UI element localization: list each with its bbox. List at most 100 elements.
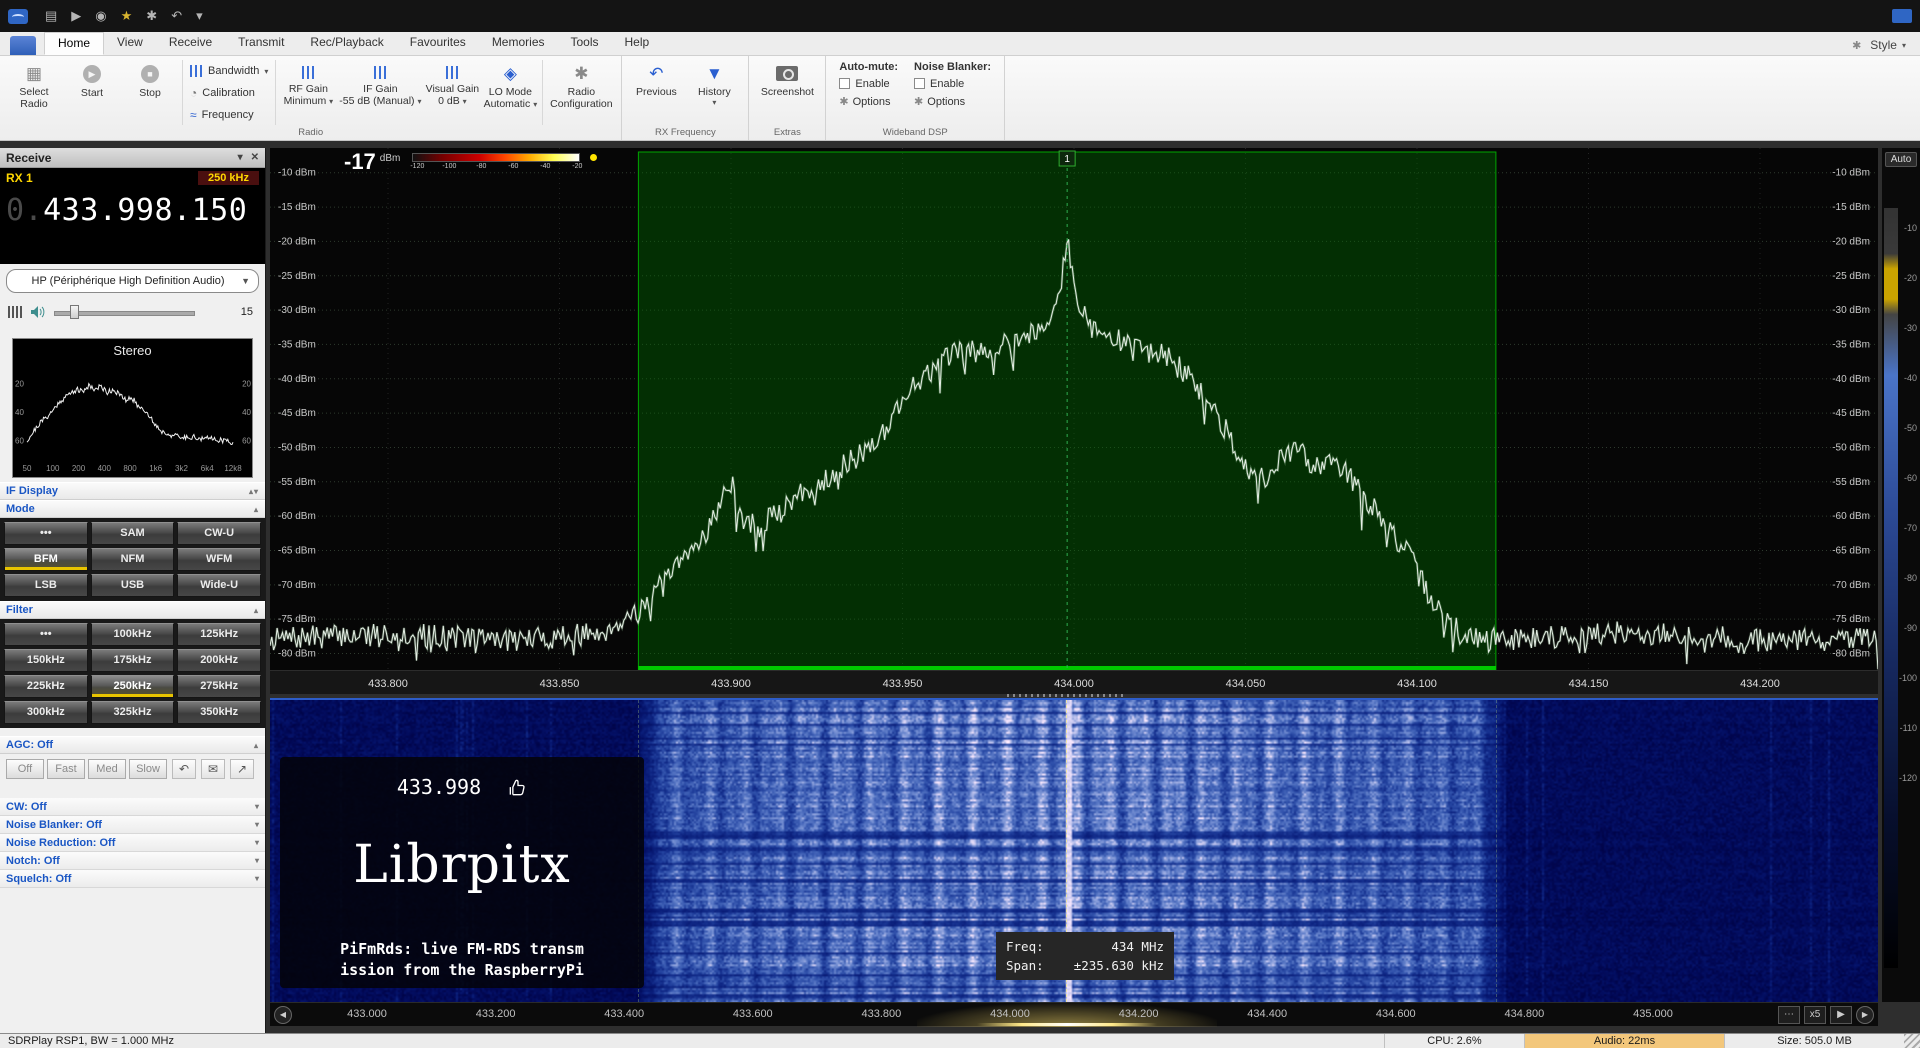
play-icon[interactable]: ▶ — [71, 0, 81, 32]
splitter-handle[interactable] — [1007, 694, 1127, 697]
mode-cw-u[interactable]: CW-U — [177, 522, 261, 545]
graph-icon[interactable]: ↗ — [230, 759, 254, 779]
tools-icon[interactable]: ✱ — [146, 0, 157, 32]
app-icon[interactable] — [8, 9, 28, 24]
section-agc[interactable]: AGC: Off ▴ — [0, 736, 265, 754]
stop-button[interactable]: ■ Stop — [121, 58, 179, 127]
filter-150khz[interactable]: 150kHz — [4, 649, 88, 672]
speaker-icon[interactable] — [30, 305, 46, 319]
favourite-icon[interactable]: ★ — [121, 0, 133, 32]
noise-blanker-options-button[interactable]: ✱Options — [914, 95, 991, 108]
checkbox-icon — [914, 78, 925, 89]
scroll-left-button[interactable]: ◀ — [274, 1006, 292, 1024]
filter-100khz[interactable]: 100kHz — [91, 623, 175, 646]
spectrum-frequency-scale[interactable]: 433.800433.850433.900433.950434.000434.0… — [270, 670, 1878, 694]
mode-wfm[interactable]: WFM — [177, 548, 261, 571]
tab-memories[interactable]: Memories — [479, 32, 558, 55]
visual-gain-button[interactable]: Visual Gain 0 dB ▾ — [423, 58, 481, 127]
if-gain-icon — [374, 66, 387, 79]
section-cw[interactable]: CW: Off▾ — [0, 798, 265, 816]
app-menu-button[interactable] — [10, 36, 36, 55]
select-radio-button[interactable]: ▦ Select Radio — [5, 58, 63, 127]
scroll-right-button[interactable]: ▶ — [1856, 1006, 1874, 1024]
tab-favourites[interactable]: Favourites — [397, 32, 479, 55]
lo-mode-button[interactable]: ◈ LO Mode Automatic ▾ — [481, 58, 539, 127]
undo-icon[interactable]: ↶ — [172, 759, 196, 779]
calibration-button[interactable]: ◔ Calibration — [186, 83, 272, 103]
gauge-auto-button[interactable]: Auto — [1885, 152, 1917, 167]
screenshot-button[interactable]: Screenshot — [754, 58, 820, 127]
thumbs-up-icon[interactable] — [507, 778, 527, 798]
tab-rec-playback[interactable]: Rec/Playback — [297, 32, 396, 55]
frequency-display[interactable]: 0.433.998.150 — [6, 193, 259, 228]
filter-350khz[interactable]: 350kHz — [177, 701, 261, 724]
filter-275khz[interactable]: 275kHz — [177, 675, 261, 698]
rf-gain-button[interactable]: RF Gain Minimum ▾ — [279, 58, 337, 127]
tab-home[interactable]: Home — [44, 32, 104, 55]
section-filter[interactable]: Filter ▴ — [0, 601, 265, 619]
mode-lsb[interactable]: LSB — [4, 574, 88, 597]
bandwidth-button[interactable]: Bandwidth ▾ — [186, 61, 272, 81]
filter-300khz[interactable]: 300kHz — [4, 701, 88, 724]
tab-tools[interactable]: Tools — [558, 32, 612, 55]
keyboard-icon[interactable]: ⋯ — [1778, 1006, 1800, 1024]
radio-configuration-button[interactable]: ✱ Radio Configuration — [546, 58, 616, 127]
mode-usb[interactable]: USB — [91, 574, 175, 597]
agc-slow[interactable]: Slow — [129, 759, 167, 779]
filter-200khz[interactable]: 200kHz — [177, 649, 261, 672]
collapse-icon[interactable]: ▾ — [238, 152, 243, 163]
zoom-button[interactable]: x5 — [1804, 1006, 1826, 1024]
filter-250khz[interactable]: 250kHz — [91, 675, 175, 698]
section-squelch[interactable]: Squelch: Off▾ — [0, 870, 265, 888]
section-notch[interactable]: Notch: Off▾ — [0, 852, 265, 870]
mode-wide-u[interactable]: Wide-U — [177, 574, 261, 597]
undo-icon[interactable]: ↶ — [171, 0, 182, 32]
noise-blanker-enable-checkbox[interactable]: Enable — [914, 78, 991, 90]
filter-dots[interactable]: ••• — [4, 623, 88, 646]
audio-device-select[interactable]: HP (Périphérique High Definition Audio) … — [6, 269, 259, 293]
waterfall-nav-bar[interactable]: 433.000433.200433.400433.600433.800434.0… — [270, 1002, 1878, 1026]
volume-slider[interactable] — [54, 305, 225, 319]
auto-mute-enable-checkbox[interactable]: Enable — [839, 78, 898, 90]
section-noise-blanker[interactable]: Noise Blanker: Off▾ — [0, 816, 265, 834]
tab-view[interactable]: View — [104, 32, 156, 55]
volume-bars-icon[interactable] — [8, 306, 22, 318]
spectrum-display[interactable]: 1-10 dBm-10 dBm-15 dBm-15 dBm-20 dBm-20 … — [270, 148, 1878, 670]
mode-bfm[interactable]: BFM — [4, 548, 88, 571]
folder-icon[interactable]: ▤ — [45, 0, 57, 32]
envelope-icon[interactable]: ✉ — [201, 759, 225, 779]
close-icon[interactable]: ✕ — [251, 152, 259, 163]
section-if-display[interactable]: IF Display ▴▾ — [0, 482, 265, 500]
mode-sam[interactable]: SAM — [91, 522, 175, 545]
filter-125khz[interactable]: 125kHz — [177, 623, 261, 646]
play-icon[interactable]: ▶ — [1830, 1006, 1852, 1024]
if-gain-button[interactable]: IF Gain -55 dB (Manual) ▾ — [337, 58, 423, 127]
tab-receive[interactable]: Receive — [156, 32, 225, 55]
agc-off[interactable]: Off — [6, 759, 44, 779]
section-mode[interactable]: Mode ▴ — [0, 500, 265, 518]
mode-nfm[interactable]: NFM — [91, 548, 175, 571]
svg-text:50: 50 — [23, 464, 32, 473]
volume-slider-thumb[interactable] — [70, 305, 79, 319]
resize-grip[interactable] — [1904, 1034, 1920, 1048]
section-noise-reduction[interactable]: Noise Reduction: Off▾ — [0, 834, 265, 852]
previous-button[interactable]: ↶ Previous — [627, 58, 685, 127]
filter-325khz[interactable]: 325kHz — [91, 701, 175, 724]
agc-med[interactable]: Med — [88, 759, 126, 779]
waterfall-display[interactable]: 433.998 Librpitx PiFmRds: live FM-RDS tr… — [270, 698, 1878, 1002]
agc-fast[interactable]: Fast — [47, 759, 85, 779]
record-icon[interactable]: ◉ — [95, 0, 106, 32]
style-menu[interactable]: ✱ Style ▾ — [1852, 38, 1906, 55]
auto-mute-options-button[interactable]: ✱Options — [839, 95, 898, 108]
gauge-gradient-strip[interactable] — [1884, 208, 1898, 968]
filter-175khz[interactable]: 175kHz — [91, 649, 175, 672]
history-button[interactable]: ▼ History ▾ — [685, 58, 743, 127]
tab-transmit[interactable]: Transmit — [225, 32, 297, 55]
filter-225khz[interactable]: 225kHz — [4, 675, 88, 698]
tab-help[interactable]: Help — [612, 32, 663, 55]
mode-dots[interactable]: ••• — [4, 522, 88, 545]
waterfall-level-gauge[interactable]: Auto -10-20-30-40-50-60-70-80-90-100-110… — [1882, 148, 1920, 1002]
dropdown-icon[interactable]: ▾ — [196, 0, 203, 32]
frequency-button[interactable]: ≈ Frequency — [186, 105, 272, 125]
start-button[interactable]: ▶ Start — [63, 58, 121, 127]
